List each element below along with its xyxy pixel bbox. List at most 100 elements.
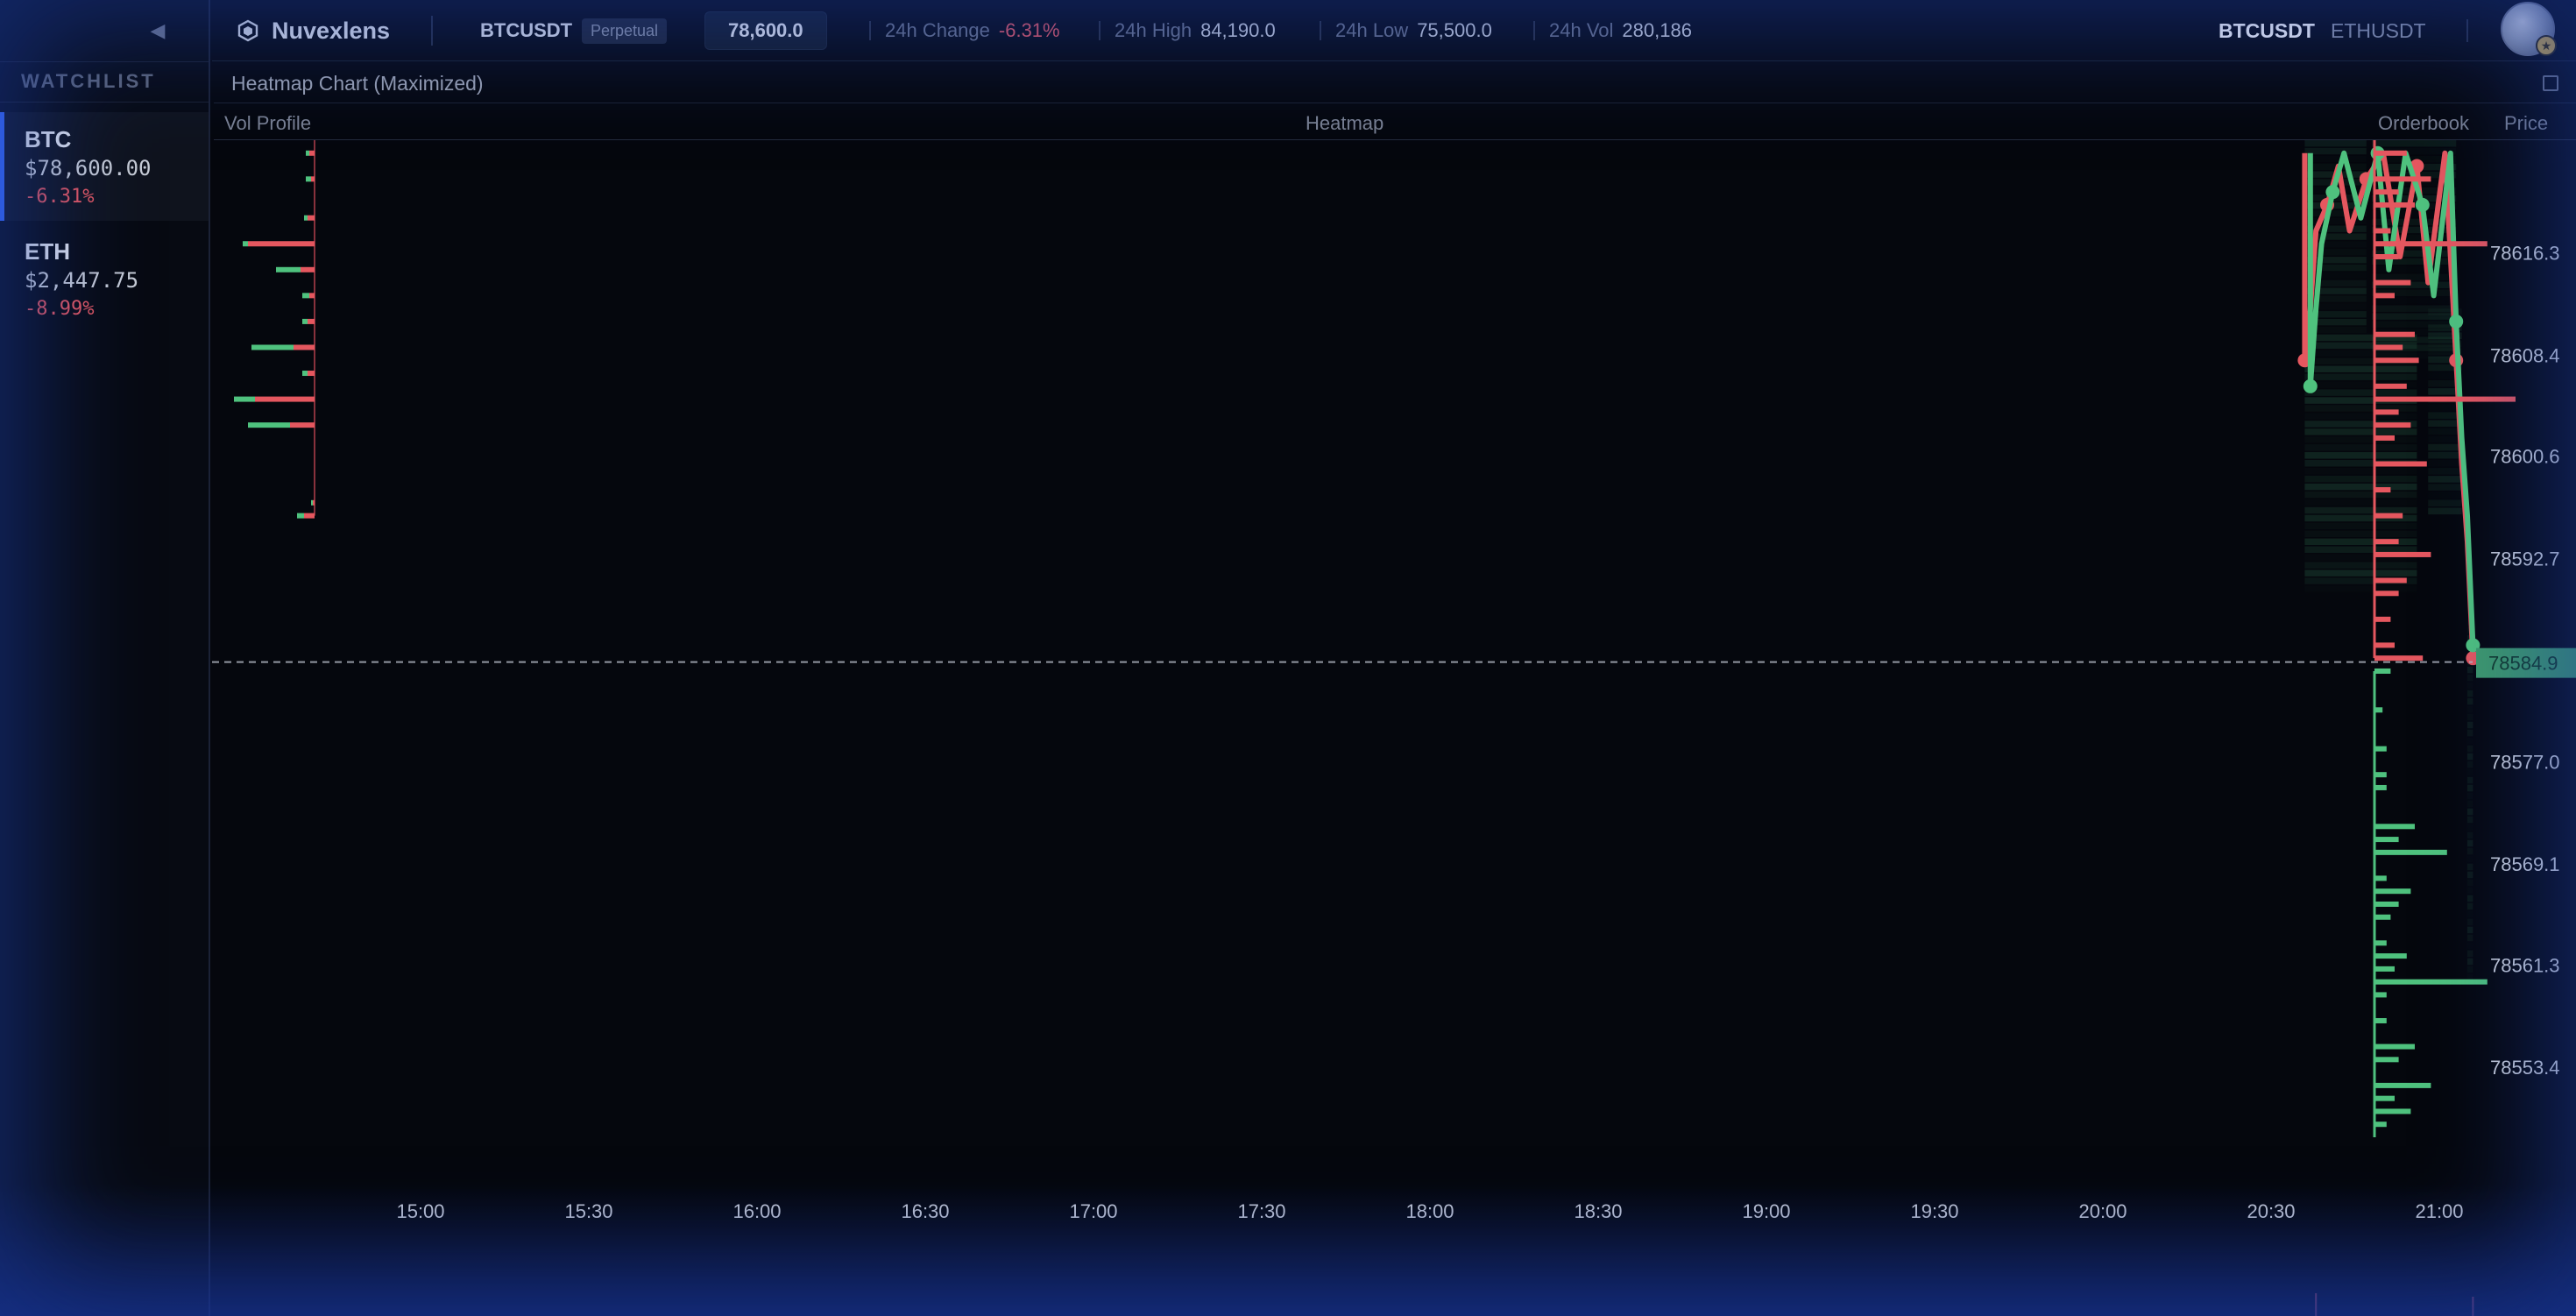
time-axis-label: 19:30 [1910, 1200, 1958, 1222]
heat-cell [2467, 831, 2473, 839]
heat-cell [2304, 217, 2367, 225]
price-axis-label: 78608.4 [2490, 344, 2560, 366]
watchlist-change: -6.31% [25, 186, 95, 208]
vol-profile-bid-bar [302, 371, 308, 377]
tab-btcusdt[interactable]: BTCUSDT [2219, 19, 2315, 43]
vol-profile-bid-bar [302, 293, 309, 299]
current-price-label: 78584.9 [2488, 653, 2558, 675]
heat-cell [2467, 824, 2473, 831]
heat-cell [2467, 713, 2473, 721]
price-axis-label: 78600.6 [2490, 446, 2560, 468]
orderbook-ask-bar [2374, 383, 2407, 389]
heat-cell [2304, 436, 2417, 443]
heatmap-chart[interactable]: 78616.3 78608.4 78600.6 78592.7 78577.0 78569… [212, 138, 2576, 1316]
watchlist-symbol: ETH [25, 238, 70, 265]
stat-24h-low: 24h Low 75,500.0 [1320, 0, 1492, 61]
heat-cell [2467, 705, 2473, 713]
symbol-label: BTCUSDT [480, 19, 573, 41]
restore-window-icon[interactable] [2543, 75, 2558, 91]
watchlist-symbol: BTC [25, 126, 72, 152]
heat-cell [2428, 468, 2462, 475]
heat-cell [2304, 467, 2417, 475]
orderbook-bid-bar [2374, 707, 2383, 713]
price-series-marker [2449, 314, 2464, 329]
vol-profile-bid-bar [302, 318, 308, 324]
vol-profile-ask-bar [308, 215, 315, 221]
price-axis-label: 78592.7 [2490, 548, 2560, 570]
orderbook-bid-bar [2374, 992, 2387, 998]
watchlist-item-eth[interactable]: ETH $2,447.75 -8.99% [0, 224, 209, 333]
price-series-marker [2303, 379, 2318, 393]
orderbook-ask-bar [2374, 189, 2399, 195]
vol-profile-bid-bar [306, 176, 311, 182]
vol-profile-bid-bar [243, 241, 248, 247]
orderbook-ask-bar [2374, 577, 2407, 584]
price-axis-label: 78569.1 [2490, 853, 2560, 875]
stat-value: 280,186 [1622, 19, 1692, 41]
vol-profile-ask-bar [311, 176, 315, 182]
time-axis-label: 16:30 [901, 1200, 949, 1222]
stat-value: 84,190.0 [1200, 19, 1276, 41]
top-bar: Nuvexlens BTCUSDT Perpetual 78,600.0 24h… [212, 0, 2576, 61]
heat-cell [2304, 530, 2417, 538]
heat-cell [2428, 499, 2462, 507]
heat-cell [2467, 753, 2473, 761]
orderbook-bid-bar [2374, 940, 2387, 946]
heat-cell [2467, 690, 2473, 697]
heat-cell [2372, 297, 2456, 303]
orderbook-bid-bar [2374, 1082, 2431, 1088]
heat-cell [2428, 459, 2462, 467]
orderbook-bid-bar [2374, 953, 2407, 959]
vol-profile-bid-bar [306, 150, 309, 156]
heat-cell [2304, 585, 2417, 592]
watchlist-item-btc[interactable]: BTC $78,600.00 -6.31% [0, 112, 209, 221]
heat-cell [2467, 934, 2473, 942]
orderbook-ask-bar [2374, 409, 2399, 415]
heat-cell [2467, 910, 2473, 918]
vol-profile-ask-bar [309, 150, 315, 156]
heat-cell [2467, 792, 2473, 800]
orderbook-bid-bar [2374, 1095, 2395, 1101]
heat-cell [2467, 863, 2473, 871]
vol-profile-ask-bar [290, 422, 315, 428]
heat-cell [2467, 666, 2473, 674]
heat-cell [2428, 492, 2462, 499]
topbar-separator [2466, 19, 2468, 42]
orderbook-ask-bar [2374, 655, 2424, 662]
vol-profile-bid-bar [304, 215, 308, 221]
header-orderbook: Orderbook [2378, 112, 2469, 134]
contract-type-badge: Perpetual [582, 18, 668, 44]
heat-cell [2304, 428, 2417, 435]
stat-24h-high: 24h High 84,190.0 [1099, 0, 1276, 61]
vol-profile-bid-bar [311, 499, 313, 506]
user-avatar[interactable]: ★ [2501, 2, 2557, 56]
stat-value: 75,500.0 [1417, 19, 1492, 41]
watchlist-price: $2,447.75 [25, 268, 139, 293]
heat-cell [2467, 745, 2473, 753]
time-axis-label: 20:00 [2078, 1200, 2127, 1222]
hexagon-logo-icon [237, 19, 258, 42]
stat-label: 24h High [1115, 19, 1192, 41]
vol-profile-bid-bar [234, 396, 255, 402]
brand[interactable]: Nuvexlens [237, 0, 390, 61]
time-axis-label: 15:30 [564, 1200, 612, 1222]
tab-ethusdt[interactable]: ETHUSDT [2331, 19, 2426, 43]
orderbook-bid-bar [2374, 824, 2415, 830]
orderbook-bid-bar [2374, 1121, 2387, 1128]
heat-cell [2467, 966, 2473, 973]
orderbook-ask-bar [2374, 461, 2427, 467]
heat-cell [2304, 389, 2417, 396]
orderbook-ask-bar [2374, 293, 2395, 299]
heat-cell [2467, 879, 2473, 887]
collapse-sidebar-icon[interactable]: ◀ [140, 16, 175, 46]
orderbook-ask-bar [2374, 202, 2415, 208]
vol-profile-ask-bar [313, 499, 315, 506]
heat-cell [2467, 871, 2473, 879]
vol-profile-ask-bar [294, 344, 315, 350]
orderbook-bid-bar [2374, 668, 2391, 674]
vol-profile-ask-bar [304, 513, 315, 519]
heat-cell [2304, 405, 2417, 412]
heat-cell [2467, 839, 2473, 847]
time-axis-label: 15:00 [396, 1200, 444, 1222]
heat-cell [2467, 721, 2473, 729]
